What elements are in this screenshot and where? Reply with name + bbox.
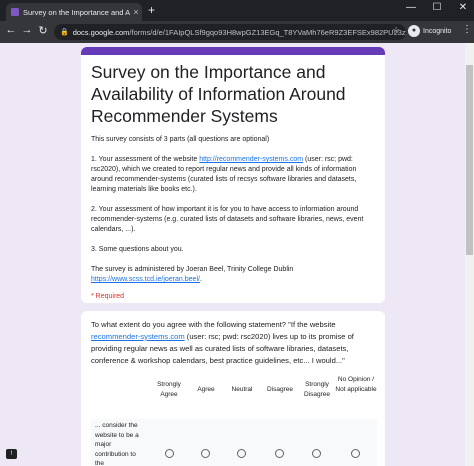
minimize-button[interactable]: — xyxy=(402,2,420,13)
part1-text: 1. Your assessment of the website http:/… xyxy=(91,155,375,195)
radio-disagree[interactable] xyxy=(275,449,284,458)
browser-toolbar: ← → ↻ 🔒 docs.google.com /forms/d/e/1FAIp… xyxy=(0,21,474,43)
column-header: Agree xyxy=(197,386,215,393)
part2-text: 2. Your assessment of how important it i… xyxy=(91,206,364,233)
admin-text: The survey is administered by Joeran Bee… xyxy=(91,265,375,285)
radio-neutral[interactable] xyxy=(237,449,246,458)
tab-title: Survey on the Importance and Av xyxy=(23,7,130,17)
new-tab-button[interactable]: + xyxy=(148,3,155,17)
incognito-icon: ● xyxy=(408,25,420,37)
question-link[interactable]: recommender-systems.com xyxy=(91,332,185,341)
intro-text: This survey consists of 3 parts (all que… xyxy=(91,136,270,143)
form-description: This survey consists of 3 parts (all que… xyxy=(91,135,375,285)
forward-icon[interactable]: → xyxy=(20,24,34,36)
required-note: * Required xyxy=(91,293,125,300)
url-path: /forms/d/e/1FAIpQLSf9gqo93H8wpGZ13EGq_T8… xyxy=(129,27,406,37)
bookmark-star-icon[interactable]: ☆ xyxy=(392,25,400,36)
report-badge-icon[interactable]: ! xyxy=(6,449,17,459)
browser-menu-icon[interactable]: ⋮ xyxy=(462,24,472,35)
scrollbar-thumb[interactable] xyxy=(466,65,473,255)
browser-tab[interactable]: Survey on the Importance and Av × xyxy=(6,3,142,21)
incognito-label: Incognito xyxy=(423,27,452,35)
column-header: Neutral xyxy=(231,386,253,393)
tab-strip: Survey on the Importance and Av × + — ☐ … xyxy=(0,0,474,21)
admin-line: The survey is administered by Joeran Bee… xyxy=(91,266,294,273)
column-header: Strongly Agree xyxy=(157,381,181,398)
row-label: ... consider the website to be a major c… xyxy=(95,422,139,466)
column-header: No Opinion / Not applicable xyxy=(335,376,377,393)
admin-link[interactable]: https://www.scss.tcd.ie/joeran.beel/ xyxy=(91,276,200,283)
tab-close-icon[interactable]: × xyxy=(130,7,142,17)
question-card: To what extent do you agree with the fol… xyxy=(81,311,385,466)
part1-text-a: 1. Your assessment of the website xyxy=(91,156,200,163)
admin-link-tail: . xyxy=(199,276,202,283)
forms-favicon-icon xyxy=(11,8,19,16)
radio-strongly-agree[interactable] xyxy=(165,449,174,458)
maximize-button[interactable]: ☐ xyxy=(428,2,446,13)
grid-row: ... consider the website to be a major c… xyxy=(91,419,377,466)
close-window-button[interactable]: ✕ xyxy=(454,2,472,13)
radio-strongly-disagree[interactable] xyxy=(312,449,321,458)
form-header-card: Survey on the Importance and Availabilit… xyxy=(81,47,385,303)
page-scrollbar[interactable] xyxy=(465,43,474,466)
radio-no-opinion[interactable] xyxy=(351,449,360,458)
url-host: docs.google.com xyxy=(72,27,130,37)
address-bar[interactable]: 🔒 docs.google.com /forms/d/e/1FAIpQLSf9g… xyxy=(54,24,406,40)
lock-icon: 🔒 xyxy=(60,29,69,36)
column-header: Strongly Disagree xyxy=(303,381,330,398)
part3-text: 3. Some questions about you. xyxy=(91,246,184,253)
form-title: Survey on the Importance and Availabilit… xyxy=(91,62,346,126)
back-icon[interactable]: ← xyxy=(4,24,18,36)
radio-agree[interactable] xyxy=(201,449,210,458)
form-page: Survey on the Importance and Availabilit… xyxy=(0,43,465,466)
reload-icon[interactable]: ↻ xyxy=(36,24,50,37)
column-header: Disagree xyxy=(266,386,293,393)
incognito-indicator[interactable]: ● Incognito xyxy=(408,25,451,37)
website-link[interactable]: http://recommender-systems.com xyxy=(199,156,303,163)
question-text: To what extent do you agree with the fol… xyxy=(91,319,375,367)
question-text-a: To what extent do you agree with the fol… xyxy=(91,320,336,329)
